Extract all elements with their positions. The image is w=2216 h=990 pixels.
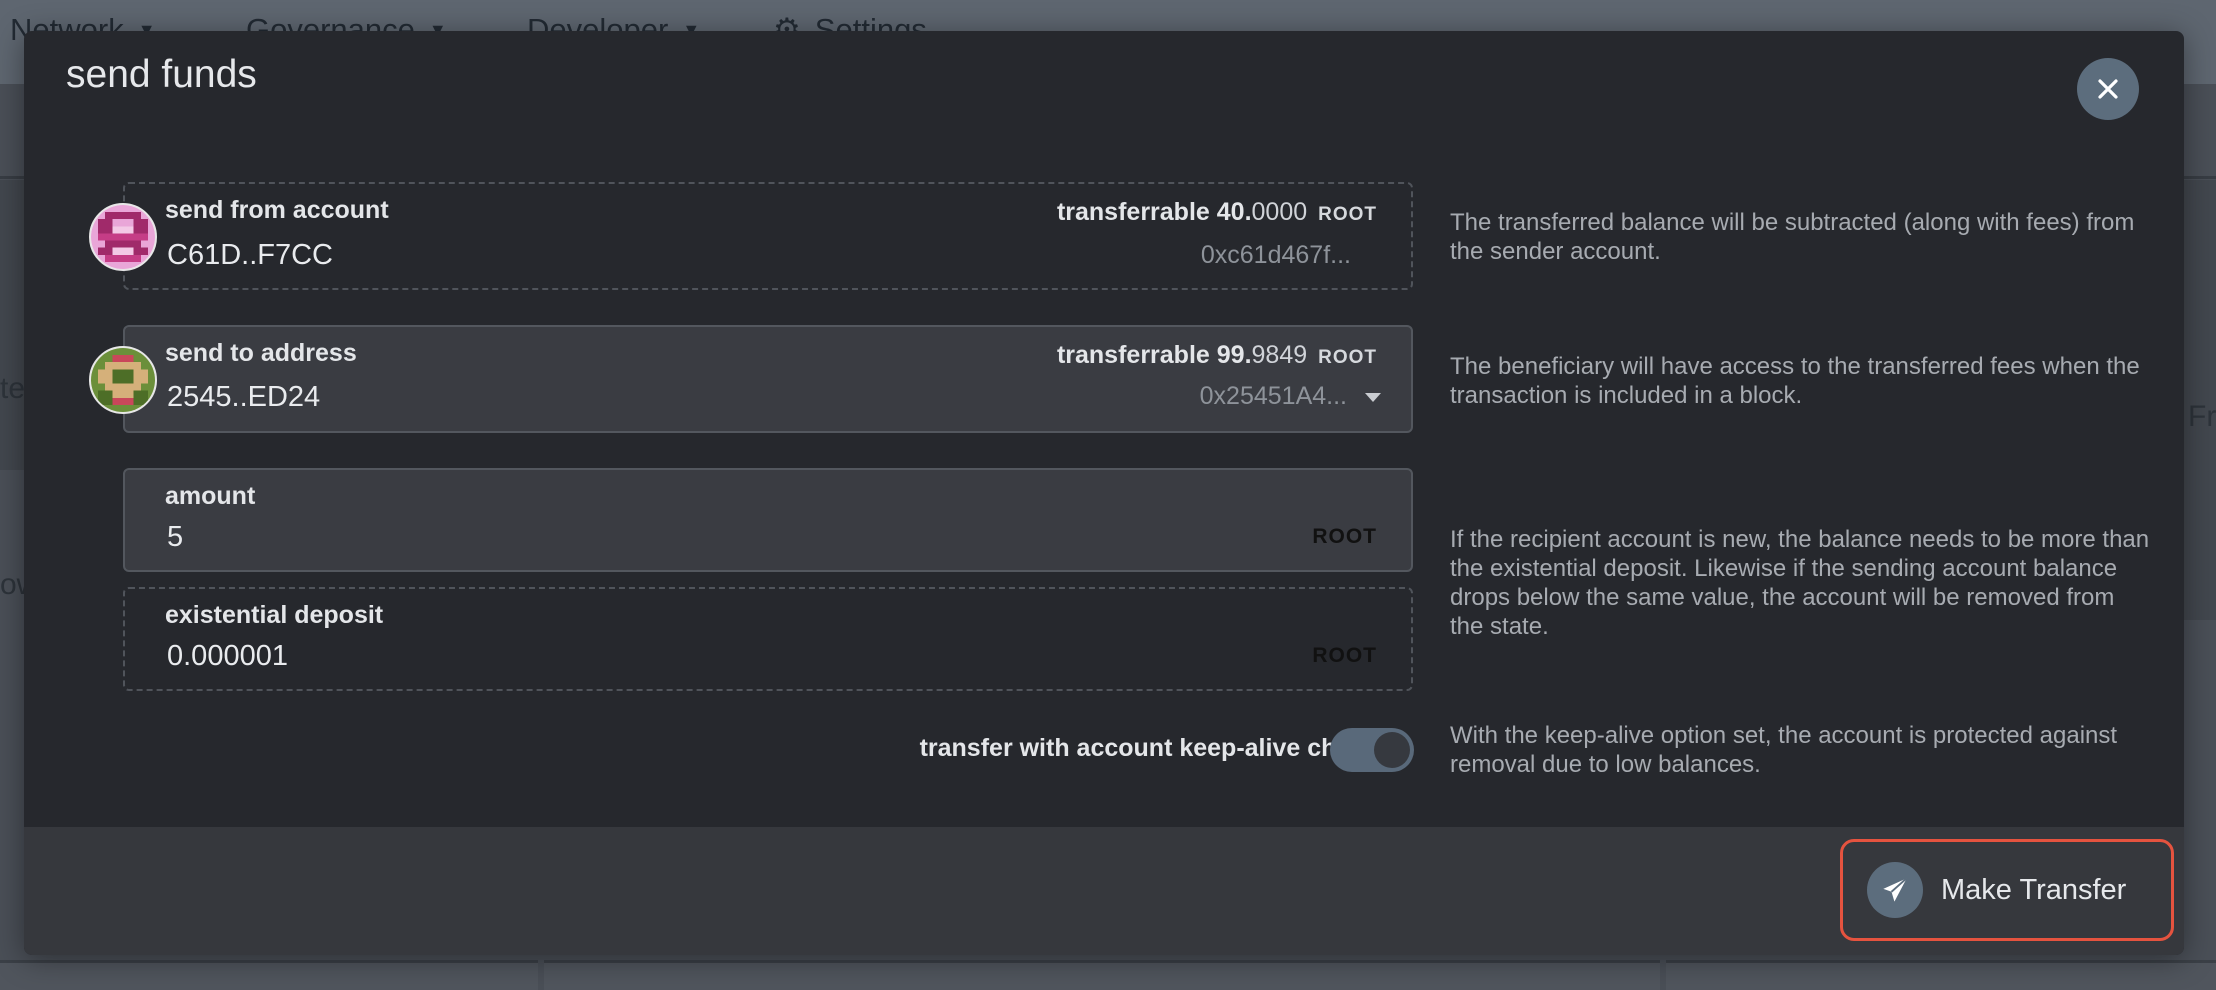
- existential-deposit-field: existential deposit 0.000001 ROOT: [123, 587, 1413, 691]
- send-from-value: C61D..F7CC: [167, 239, 333, 271]
- existential-deposit-value: 0.000001: [167, 640, 288, 672]
- send-to-balance: transferrable 99.9849 ROOT: [1056, 341, 1377, 369]
- existential-deposit-label: existential deposit: [165, 601, 384, 629]
- close-icon: [2098, 79, 2118, 99]
- background-text-fragment: te: [0, 372, 26, 405]
- send-to-value: 2545..ED24: [167, 381, 321, 413]
- keep-alive-label: transfer with account keep-alive checks: [919, 734, 1392, 762]
- paper-plane-icon: [1867, 862, 1923, 918]
- modal-title: send funds: [66, 53, 257, 96]
- send-to-label: send to address: [165, 339, 357, 367]
- send-from-account-field[interactable]: send from account C61D..F7CC transferrab…: [123, 182, 1413, 290]
- existential-deposit-unit: ROOT: [1312, 644, 1377, 667]
- close-button[interactable]: [2077, 58, 2139, 120]
- modal-body: send funds send from account C61D..F7CC …: [24, 31, 2184, 827]
- send-to-address: 0x25451A4...: [1199, 382, 1347, 410]
- amount-unit: ROOT: [1312, 525, 1377, 548]
- background-bottom-card: [0, 960, 538, 990]
- background-card-left: [0, 180, 24, 470]
- background-bottom-card: [1666, 960, 2216, 990]
- identicon-icon: [91, 205, 155, 269]
- send-to-address-field[interactable]: send to address 2545..ED24 transferrable…: [123, 325, 1413, 433]
- chevron-down-icon[interactable]: [1365, 393, 1381, 402]
- identicon-icon: [91, 348, 155, 412]
- keep-alive-help: With the keep-alive option set, the acco…: [1450, 722, 2118, 778]
- send-from-help: The transferred balance will be subtract…: [1450, 209, 2135, 265]
- send-funds-modal: send funds send from account C61D..F7CC …: [24, 31, 2184, 955]
- send-to-help: The beneficiary will have access to the …: [1450, 353, 2140, 409]
- send-from-label: send from account: [165, 196, 389, 224]
- send-from-address: 0xc61d467f...: [1200, 241, 1351, 269]
- toggle-knob: [1374, 732, 1410, 768]
- keep-alive-toggle[interactable]: [1330, 728, 1414, 772]
- send-from-balance: transferrable 40.0000 ROOT: [1056, 198, 1377, 226]
- make-transfer-label: Make Transfer: [1941, 873, 2127, 906]
- sender-avatar: [89, 203, 157, 271]
- amount-input[interactable]: 5: [167, 521, 183, 554]
- amount-help: If the recipient account is new, the bal…: [1450, 526, 2150, 640]
- background-bottom-card: [544, 960, 1660, 990]
- recipient-avatar: [89, 346, 157, 414]
- amount-label: amount: [165, 482, 256, 510]
- make-transfer-button[interactable]: Make Transfer: [1840, 839, 2174, 941]
- background-text-fragment: Fr: [2188, 400, 2216, 433]
- amount-field[interactable]: amount 5 ROOT: [123, 468, 1413, 572]
